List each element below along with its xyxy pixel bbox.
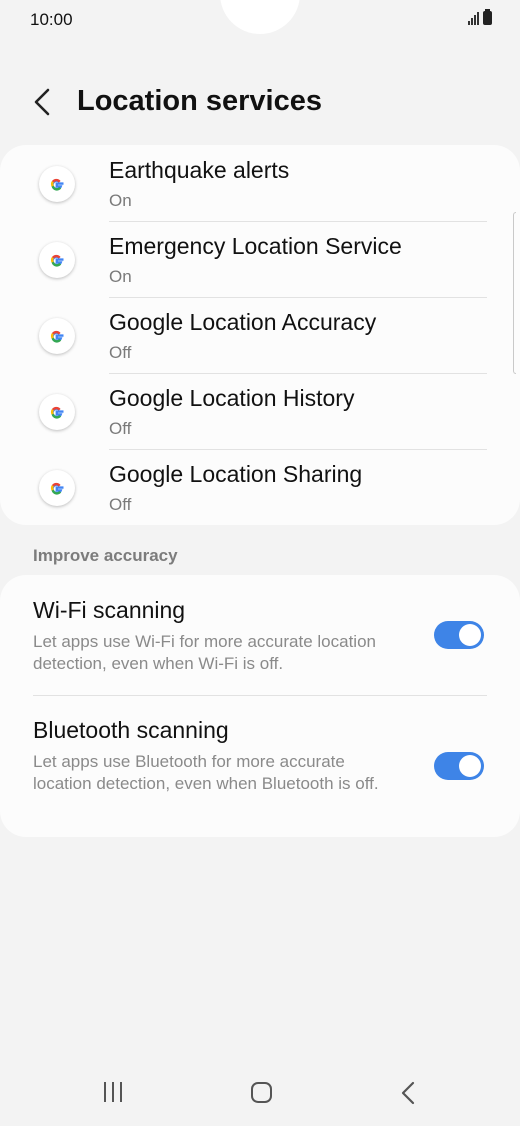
nav-back-icon: [401, 1081, 415, 1105]
back-arrow-icon: [34, 88, 50, 116]
status-time: 10:00: [30, 10, 73, 29]
google-g-icon: [39, 166, 75, 202]
header: Location services: [0, 70, 520, 134]
service-title: Emergency Location Service: [109, 233, 402, 259]
service-location-accuracy[interactable]: Google Location Accuracy Off: [0, 297, 520, 373]
nav-back-button[interactable]: [398, 1080, 418, 1106]
service-earthquake-alerts[interactable]: Earthquake alerts On: [0, 145, 520, 221]
service-title: Google Location History: [109, 385, 355, 411]
service-title: Google Location Sharing: [109, 461, 363, 487]
service-status: Off: [109, 419, 132, 438]
google-g-icon: [39, 470, 75, 506]
bluetooth-scanning-description: Let apps use Bluetooth for more accurate…: [33, 752, 379, 793]
service-status: On: [109, 267, 132, 286]
service-status: On: [109, 191, 132, 210]
bluetooth-scanning-title: Bluetooth scanning: [33, 717, 229, 743]
status-icons: [468, 9, 492, 25]
page-title: Location services: [77, 85, 322, 117]
service-location-history[interactable]: Google Location History Off: [0, 373, 520, 449]
google-g-icon: [39, 318, 75, 354]
camera-notch: [220, 0, 300, 34]
navigation-bar: [0, 1060, 520, 1126]
status-bar: 10:00: [0, 0, 520, 40]
bluetooth-scanning-row[interactable]: Bluetooth scanning Let apps use Bluetoot…: [0, 695, 520, 837]
improve-accuracy-card: Wi-Fi scanning Let apps use Wi-Fi for mo…: [0, 575, 520, 837]
service-location-sharing[interactable]: Google Location Sharing Off: [0, 449, 520, 525]
section-header-improve-accuracy: Improve accuracy: [33, 546, 178, 565]
service-status: Off: [109, 495, 132, 514]
service-emergency-location[interactable]: Emergency Location Service On: [0, 221, 520, 297]
bluetooth-scanning-toggle[interactable]: [434, 752, 484, 780]
wifi-scanning-title: Wi-Fi scanning: [33, 597, 186, 623]
home-button[interactable]: [251, 1082, 272, 1103]
google-g-icon: [39, 242, 75, 278]
service-title: Google Location Accuracy: [109, 309, 377, 335]
wifi-scanning-description: Let apps use Wi-Fi for more accurate loc…: [33, 632, 376, 673]
wifi-scanning-row[interactable]: Wi-Fi scanning Let apps use Wi-Fi for mo…: [0, 575, 520, 695]
service-status: Off: [109, 343, 132, 362]
wifi-scanning-toggle[interactable]: [434, 621, 484, 649]
scroll-indicator[interactable]: [513, 212, 516, 374]
google-g-icon: [39, 394, 75, 430]
recents-icon: [104, 1082, 106, 1102]
recents-button[interactable]: [104, 1082, 122, 1102]
battery-icon: [483, 9, 492, 25]
location-services-card: Earthquake alerts On Emergency Location …: [0, 145, 520, 525]
back-button[interactable]: [24, 82, 64, 122]
signal-icon: [468, 11, 479, 25]
service-title: Earthquake alerts: [109, 157, 290, 183]
